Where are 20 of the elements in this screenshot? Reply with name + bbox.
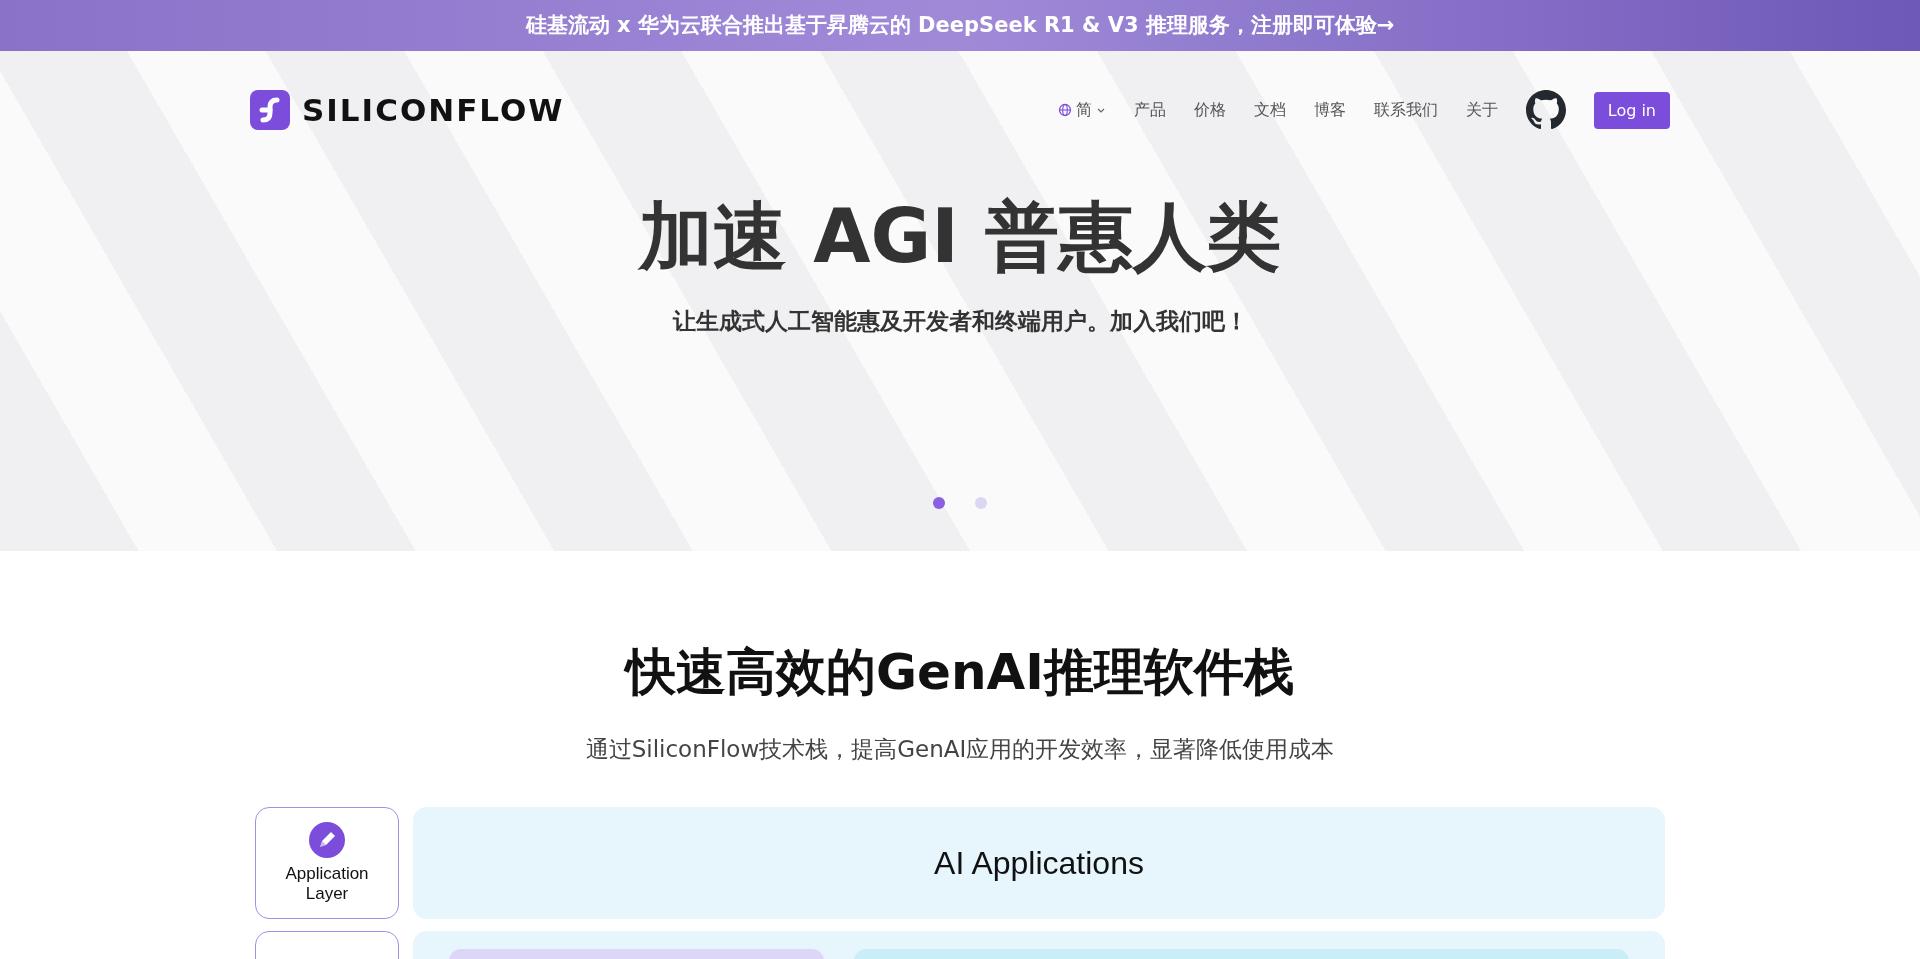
nav-link[interactable]: 价格: [1193, 99, 1226, 121]
carousel-dot[interactable]: [975, 497, 987, 509]
nav-link[interactable]: 博客: [1313, 99, 1346, 121]
layer-label: Application Layer: [284, 864, 370, 904]
section-description: 通过SiliconFlow技术栈，提高GenAI应用的开发效率，显著降低使用成本: [585, 735, 1335, 764]
pencil-icon: [309, 822, 345, 858]
logo-icon: [250, 90, 290, 130]
github-icon[interactable]: [1525, 90, 1566, 130]
carousel-dot[interactable]: [933, 497, 945, 509]
nav-link[interactable]: 关于: [1465, 99, 1498, 121]
panel-title: AI Applications: [934, 844, 1144, 882]
hero-headline: 加速 AGI 普惠人类: [639, 192, 1281, 281]
hero-tagline: 让生成式人工智能惠及开发者和终端用户。加入我们吧！: [672, 307, 1248, 336]
nav-link[interactable]: 产品: [1133, 99, 1166, 121]
globe-icon: [1057, 103, 1072, 117]
logo-wordmark[interactable]: SILICONFLOW: [302, 92, 565, 128]
language-selector[interactable]: 简: [1057, 99, 1106, 121]
nav-link[interactable]: 文档: [1253, 99, 1286, 121]
login-button[interactable]: Log in: [1593, 91, 1670, 129]
nav-link[interactable]: 联系我们: [1373, 99, 1438, 121]
